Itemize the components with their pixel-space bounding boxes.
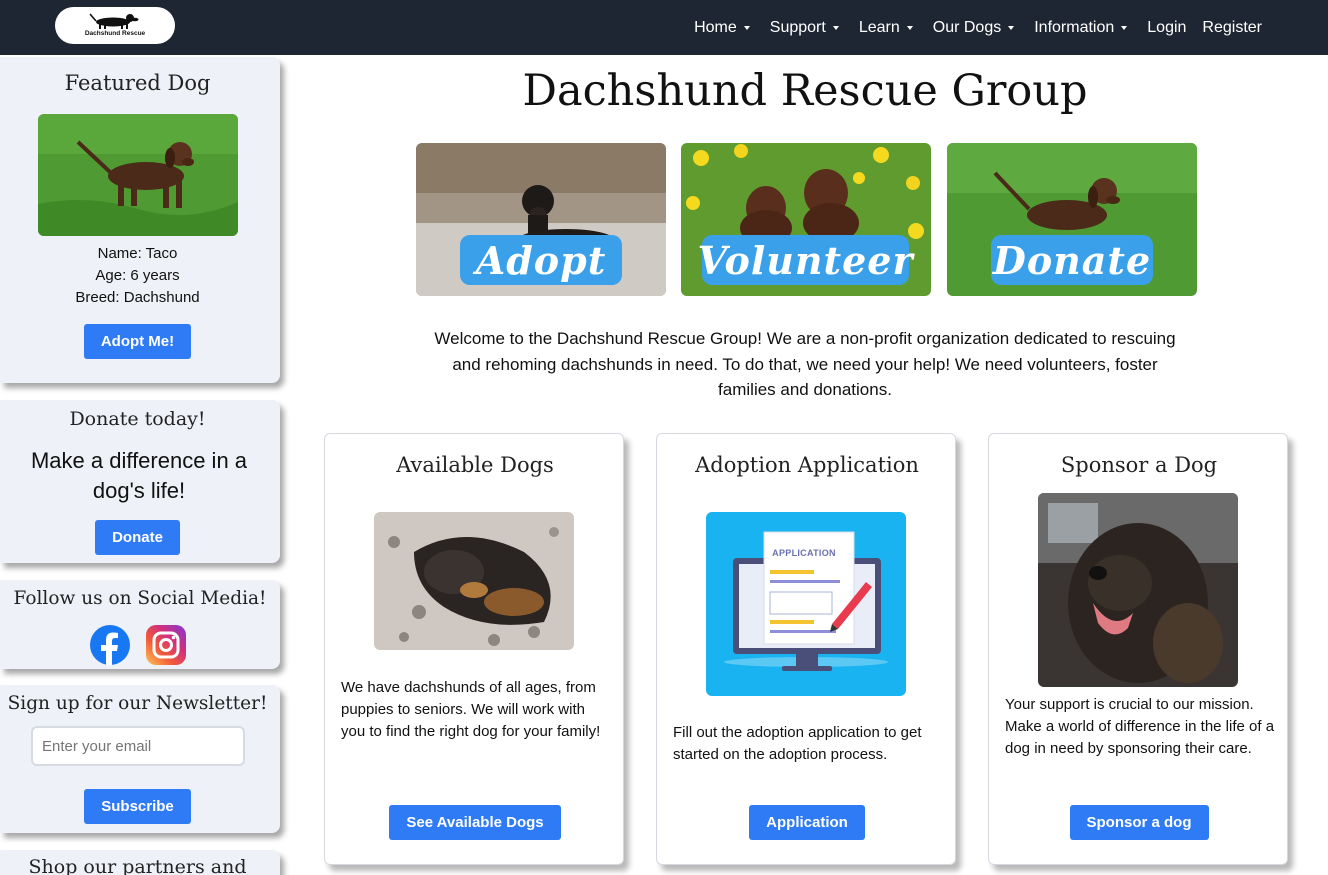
caret-down-icon [906,25,913,30]
hero-donate[interactable]: Donate [947,143,1197,296]
social-title: Follow us on Social Media! [13,588,267,609]
nav-label: Register [1202,18,1262,36]
donate-button[interactable]: Donate [95,520,180,555]
card-text: We have dachshunds of all ages, from pup… [341,679,601,740]
nav-label: Information [1034,18,1115,36]
nav-label: Login [1147,18,1187,36]
nav-information[interactable]: Information [1024,19,1137,37]
hero-adopt-label: Adopt [460,235,622,285]
newsletter-title: Sign up for our Newsletter! [7,693,268,714]
card-text: Fill out the adoption application to get… [673,724,922,763]
nav-home[interactable]: Home [684,19,760,37]
caret-down-icon [1121,25,1128,30]
sponsor-dog-photo [1038,493,1238,687]
top-navbar: Dachshund Rescue Home Support Learn Our … [0,0,1328,55]
social-card: Follow us on Social Media! [0,580,280,669]
application-button[interactable]: Application [749,805,865,840]
nav-learn[interactable]: Learn [849,19,923,37]
caret-down-icon [1008,25,1015,30]
featured-dog-card: Featured Dog Name: Taco Age: 6 years Bre… [0,57,280,383]
instagram-icon[interactable] [146,625,186,665]
email-input[interactable] [31,726,245,766]
adoption-application-card: Adoption Application APPLICATION Fill ou… [656,433,956,865]
donate-card: Donate today! Make a difference in a dog… [0,400,280,563]
main-nav: Home Support Learn Our Dogs Information … [684,0,1272,55]
hero-volunteer[interactable]: Volunteer [681,143,931,296]
logo-text: Dachshund Rescue [84,30,146,37]
nav-our-dogs[interactable]: Our Dogs [923,19,1024,37]
nav-login[interactable]: Login [1137,19,1191,37]
adopt-me-button[interactable]: Adopt Me! [83,324,192,359]
card-title: Adoption Application [695,453,919,477]
sponsor-dog-button[interactable]: Sponsor a dog [1069,805,1209,840]
application-image-text: APPLICATION [772,548,836,558]
hero-donate-label: Donate [991,235,1153,285]
nav-register[interactable]: Register [1191,19,1272,37]
nav-label: Support [769,18,826,36]
available-dogs-card: Available Dogs We have dachshunds of all… [324,433,624,865]
welcome-text: Welcome to the Dachshund Rescue Group! W… [434,329,1176,399]
card-text: Your support is crucial to our mission. … [1005,696,1275,757]
card-title: Sponsor a Dog [1060,453,1218,477]
nav-label: Our Dogs [932,18,1002,36]
application-illustration: APPLICATION [706,512,906,696]
hero-adopt[interactable]: Adopt [416,143,666,296]
donate-title: Donate today! [69,408,206,430]
featured-dog-title: Featured Dog [64,71,211,95]
featured-dog-age: Age: 6 years [95,267,180,284]
site-logo[interactable]: Dachshund Rescue [55,7,175,44]
card-title: Available Dogs [396,453,554,477]
caret-down-icon [743,25,750,30]
facebook-icon[interactable] [90,625,130,665]
sponsor-dog-card: Sponsor a Dog Your support is crucial to… [988,433,1288,865]
featured-dog-breed: Breed: Dachshund [75,289,200,306]
dachshund-logo-icon [89,13,139,29]
page-title: Dachshund Rescue Group [522,66,1088,116]
hero-volunteer-label: Volunteer [698,235,912,285]
nav-label: Home [694,18,737,36]
featured-dog-name: Name: Taco [97,245,178,262]
shop-title: Shop our partners and [28,856,247,875]
donate-text: Make a difference in a dog's life! [30,448,248,503]
shop-card: Shop our partners and [0,850,280,875]
available-dogs-photo [374,512,574,650]
nav-label: Learn [858,18,900,36]
subscribe-button[interactable]: Subscribe [84,789,191,824]
caret-down-icon [832,25,839,30]
newsletter-card: Sign up for our Newsletter! Subscribe [0,685,280,833]
nav-support[interactable]: Support [760,19,849,37]
featured-dog-photo [38,114,238,236]
see-available-dogs-button[interactable]: See Available Dogs [389,805,561,840]
